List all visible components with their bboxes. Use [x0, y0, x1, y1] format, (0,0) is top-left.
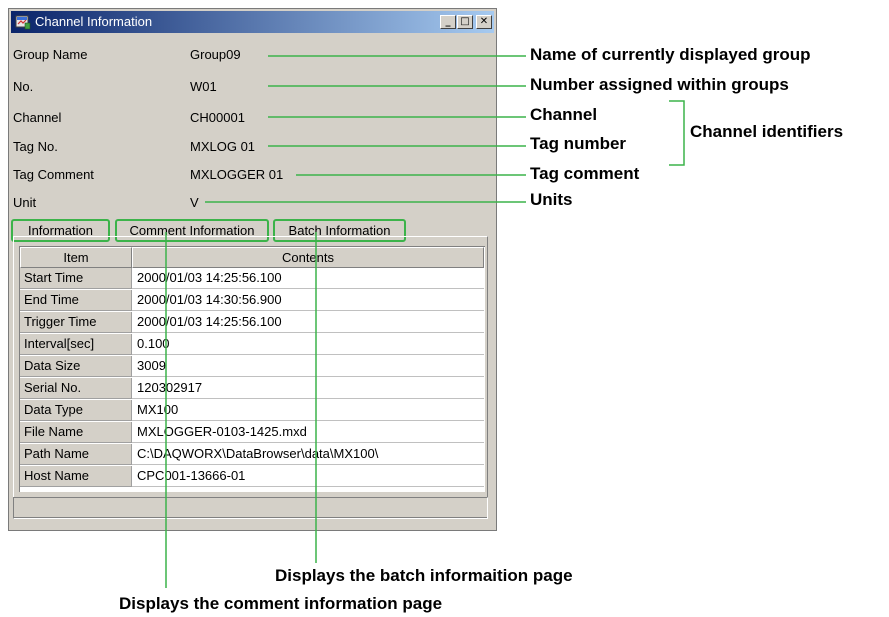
annotation-units: Units — [530, 190, 573, 209]
annotation-channel: Channel — [530, 105, 598, 124]
annotation-group-name: Name of currently displayed group — [530, 45, 811, 64]
annotation-tag-comment: Tag comment — [530, 164, 640, 183]
annotation-comment-page: Displays the comment information page — [119, 594, 443, 613]
annotation-channel-identifiers: Channel identifiers — [690, 122, 844, 141]
annotation-number: Number assigned within groups — [530, 75, 789, 94]
annotation-batch-page: Displays the batch informaition page — [275, 566, 573, 585]
channel-identifiers-bracket — [669, 100, 685, 166]
annotation-tag-number: Tag number — [530, 134, 627, 153]
